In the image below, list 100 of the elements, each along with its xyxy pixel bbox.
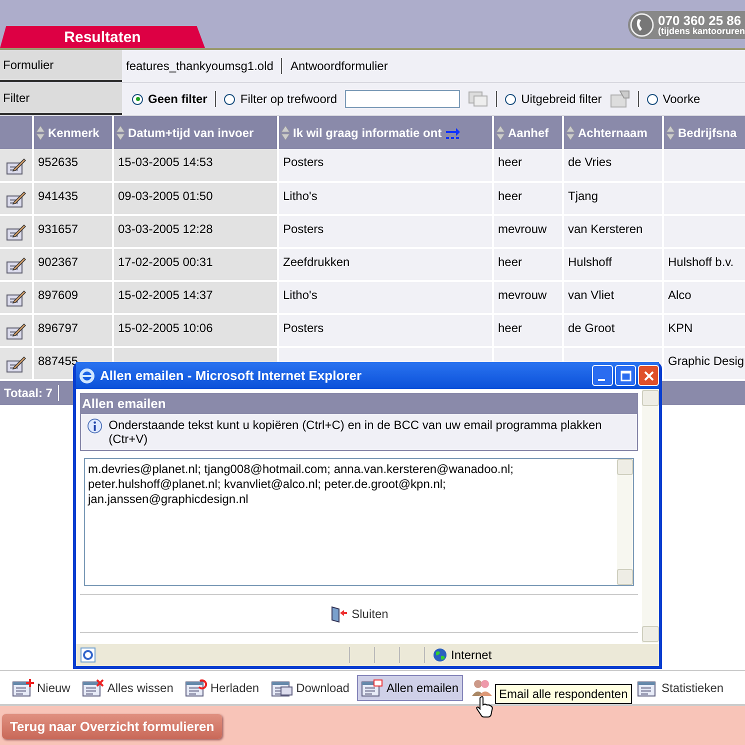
form-label: Formulier: [0, 50, 122, 82]
table-cell: heer: [498, 321, 522, 335]
table-cell: heer: [498, 255, 522, 269]
table-cell: Zeefdrukken: [283, 255, 350, 269]
column-title: Achternaam: [578, 126, 648, 140]
table-cell: 952635: [38, 155, 78, 169]
table-cell: de Vries: [568, 155, 612, 169]
table-cell: heer: [498, 189, 522, 203]
table-cell: Graphic Desig: [668, 354, 744, 368]
table-cell: Posters: [283, 321, 324, 335]
toolbar-button[interactable]: Allen emailen: [357, 674, 463, 700]
column-title: Kenmerk: [48, 126, 100, 140]
table-cell: mevrouw: [498, 288, 547, 302]
hand-cursor-icon: [476, 696, 494, 718]
table-cell: van Kersteren: [568, 222, 643, 236]
table-cell: 931657: [38, 222, 78, 236]
filter-radio[interactable]: Geen filter: [132, 92, 208, 106]
maximize-button[interactable]: [615, 365, 636, 386]
table-cell: 941435: [38, 189, 78, 203]
form-icon: [271, 678, 294, 696]
form-type: Antwoordformulier: [290, 59, 388, 73]
table-cell: 17-02-2005 00:31: [118, 255, 213, 269]
keyword-field[interactable]: [345, 90, 460, 108]
toolbar-button[interactable]: Herladen: [181, 674, 264, 700]
people-icon: [470, 678, 493, 696]
filter-radio[interactable]: Filter op trefwoord: [224, 92, 338, 106]
toolbar-button[interactable]: Nieuw: [8, 674, 74, 700]
phone-icon: [630, 13, 654, 37]
table-cell: Alco: [668, 288, 692, 302]
column-title: Ik wil graag informatie ont: [293, 126, 442, 140]
form-icon: [185, 678, 208, 696]
edit-icon[interactable]: [6, 355, 26, 373]
sort-icon: [281, 124, 290, 140]
table-cell: heer: [498, 155, 522, 169]
dialog-heading: Allen emailen: [80, 393, 638, 414]
form-icon: [12, 678, 34, 696]
minimize-icon: [598, 378, 604, 380]
toolbar-button[interactable]: Statistieken: [632, 674, 728, 700]
dialog-title: Allen emailen - Microsoft Internet Explorer: [100, 368, 362, 383]
table-cell: 15-02-2005 10:06: [118, 321, 213, 335]
table-cell: 887455: [38, 354, 78, 368]
page-icon: [80, 647, 96, 663]
column-header[interactable]: Kenmerk: [33, 116, 113, 149]
close-dialog-button[interactable]: Sluiten: [324, 604, 394, 624]
form-icon: [361, 678, 384, 696]
toolbar-button[interactable]: Download: [267, 674, 354, 700]
close-button[interactable]: [638, 365, 659, 386]
phone-note: (tijdens kantooruren: [658, 27, 745, 36]
table-cell: 09-03-2005 01:50: [118, 189, 213, 203]
table-cell: 902367: [38, 255, 78, 269]
filter-radio[interactable]: Voorke: [646, 92, 700, 106]
column-title: Aanhef: [508, 126, 549, 140]
minimize-button[interactable]: [592, 365, 613, 386]
edit-icon[interactable]: [6, 223, 26, 241]
toolbar-button[interactable]: Alles wissen: [78, 674, 178, 700]
filter-label: Filter: [0, 83, 122, 115]
sort-icon: [496, 124, 505, 140]
table-cell: Hulshoff: [568, 255, 612, 269]
sort-icon: [36, 124, 45, 140]
table-cell: Posters: [283, 155, 324, 169]
zone-label: Internet: [451, 648, 492, 662]
filter-radio[interactable]: Uitgebreid filter: [505, 92, 602, 106]
table-cell: 897609: [38, 288, 78, 302]
scrollbar[interactable]: [642, 389, 659, 643]
sort-icon: [566, 124, 575, 140]
column-header[interactable]: Datum+tijd van invoer: [113, 116, 278, 149]
scrollbar[interactable]: [617, 459, 633, 585]
table-cell: KPN: [668, 321, 693, 335]
globe-icon: [433, 648, 447, 662]
table-cell: Tjang: [568, 189, 598, 203]
browser-icon: [79, 368, 95, 384]
door-icon: [330, 604, 348, 622]
table-cell: van Vliet: [568, 288, 614, 302]
table-cell: Litho's: [283, 288, 318, 302]
table-cell: 896797: [38, 321, 78, 335]
tooltip: Email alle respondenten: [495, 684, 632, 704]
table-cell: 03-03-2005 12:28: [118, 222, 213, 236]
table-cell: Hulshoff b.v.: [668, 255, 734, 269]
edit-icon[interactable]: [6, 156, 26, 174]
column-title: Datum+tijd van invoer: [128, 126, 254, 140]
sort-icon: [666, 124, 675, 140]
sort-icon: [116, 124, 125, 140]
results-tab[interactable]: Resultaten: [0, 26, 205, 48]
phone-number: 070 360 25 86: [658, 14, 742, 27]
edit-icon[interactable]: [6, 322, 26, 340]
edit-icon[interactable]: [6, 289, 26, 307]
table-cell: de Groot: [568, 321, 615, 335]
edit-icon[interactable]: [6, 256, 26, 274]
table-cell: Posters: [283, 222, 324, 236]
table-cell: 15-02-2005 14:37: [118, 288, 213, 302]
info-text: Onderstaande tekst kunt u kopiëren (Ctrl+C) en in de BCC van uw email programma plakken (Ctr+V): [108, 418, 603, 446]
close-icon: [642, 370, 654, 382]
form-icon: [82, 678, 104, 696]
total-count: Totaal: 7: [4, 386, 52, 400]
edit-icon[interactable]: [6, 190, 26, 208]
form-name: features_thankyoumsg1.old: [126, 59, 274, 73]
info-icon: [87, 418, 103, 434]
table-cell: Litho's: [283, 189, 318, 203]
maximize-icon: [620, 370, 632, 382]
email-list-field[interactable]: m.devries@planet.nl; tjang008@hotmail.com; anna.van.kersteren@wanadoo.nl; peter.hulshoff@planet.nl; kvanvliet@alco.nl; peter.de.groot@kpn.nl; jan.janssen@graphicdesign.nl: [84, 458, 634, 586]
